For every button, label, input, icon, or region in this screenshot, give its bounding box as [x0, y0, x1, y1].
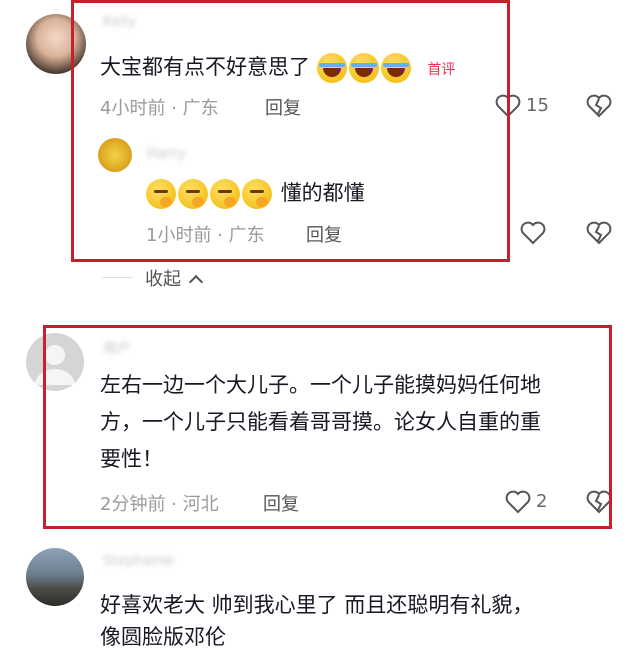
- comment-text-line: 像圆脸版邓伦: [100, 625, 226, 649]
- heart-icon: [520, 221, 546, 245]
- highlight-box: [43, 325, 612, 529]
- collapse-label: 收起: [145, 269, 181, 290]
- broken-heart-icon: [586, 221, 612, 245]
- collapse-divider: [102, 277, 132, 278]
- comment-text: 好喜欢老大 帅到我心里了 而且还聪明有礼貌， 像圆脸版邓伦: [100, 588, 533, 654]
- chevron-up-icon: [188, 274, 203, 290]
- comment-text-line: 好喜欢老大 帅到我心里了 而且还聪明有礼貌，: [100, 593, 534, 617]
- broken-heart-icon: [586, 94, 612, 118]
- dislike-button[interactable]: [586, 94, 612, 118]
- dislike-button[interactable]: [586, 221, 612, 245]
- avatar[interactable]: [26, 548, 84, 606]
- like-count: 15: [526, 95, 549, 116]
- collapse-replies-button[interactable]: 收起: [145, 265, 203, 291]
- like-button[interactable]: [520, 221, 546, 245]
- comment-username[interactable]: Stephanie: [103, 553, 174, 569]
- highlight-box: [71, 0, 510, 262]
